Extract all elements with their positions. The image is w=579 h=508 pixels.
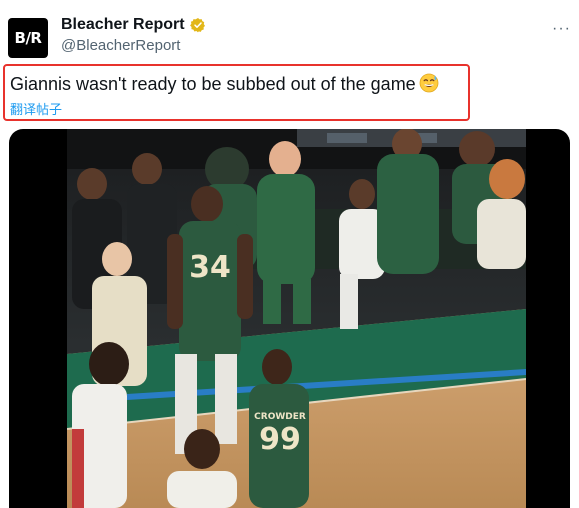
- jersey-number-99: 99: [259, 422, 301, 457]
- verified-badge-icon: [189, 18, 205, 33]
- video-frame[interactable]: 34 99 CROWDER: [67, 129, 526, 508]
- more-options-button[interactable]: ···: [552, 20, 571, 38]
- tweet-text: Giannis wasn't ready to be subbed out of…: [10, 73, 439, 95]
- post-header: B/R Bleacher Report @BleacherReport ···: [8, 14, 571, 60]
- author-block: Bleacher Report @BleacherReport: [61, 16, 206, 54]
- avatar[interactable]: B/R: [8, 18, 48, 58]
- author-handle[interactable]: @BleacherReport: [61, 37, 206, 54]
- author-row: Bleacher Report: [61, 16, 206, 34]
- tweet-text-highlight: Giannis wasn't ready to be subbed out of…: [3, 64, 470, 121]
- tweet-text-content: Giannis wasn't ready to be subbed out of…: [10, 74, 416, 94]
- author-name[interactable]: Bleacher Report: [61, 16, 185, 34]
- translate-post-link[interactable]: 翻译帖子: [10, 99, 62, 118]
- video-player[interactable]: 34 99 CROWDER: [9, 129, 570, 508]
- jersey-number-34: 34: [189, 250, 231, 285]
- sweat-smile-emoji-icon: [419, 73, 439, 93]
- jersey-name-99: CROWDER: [254, 412, 306, 422]
